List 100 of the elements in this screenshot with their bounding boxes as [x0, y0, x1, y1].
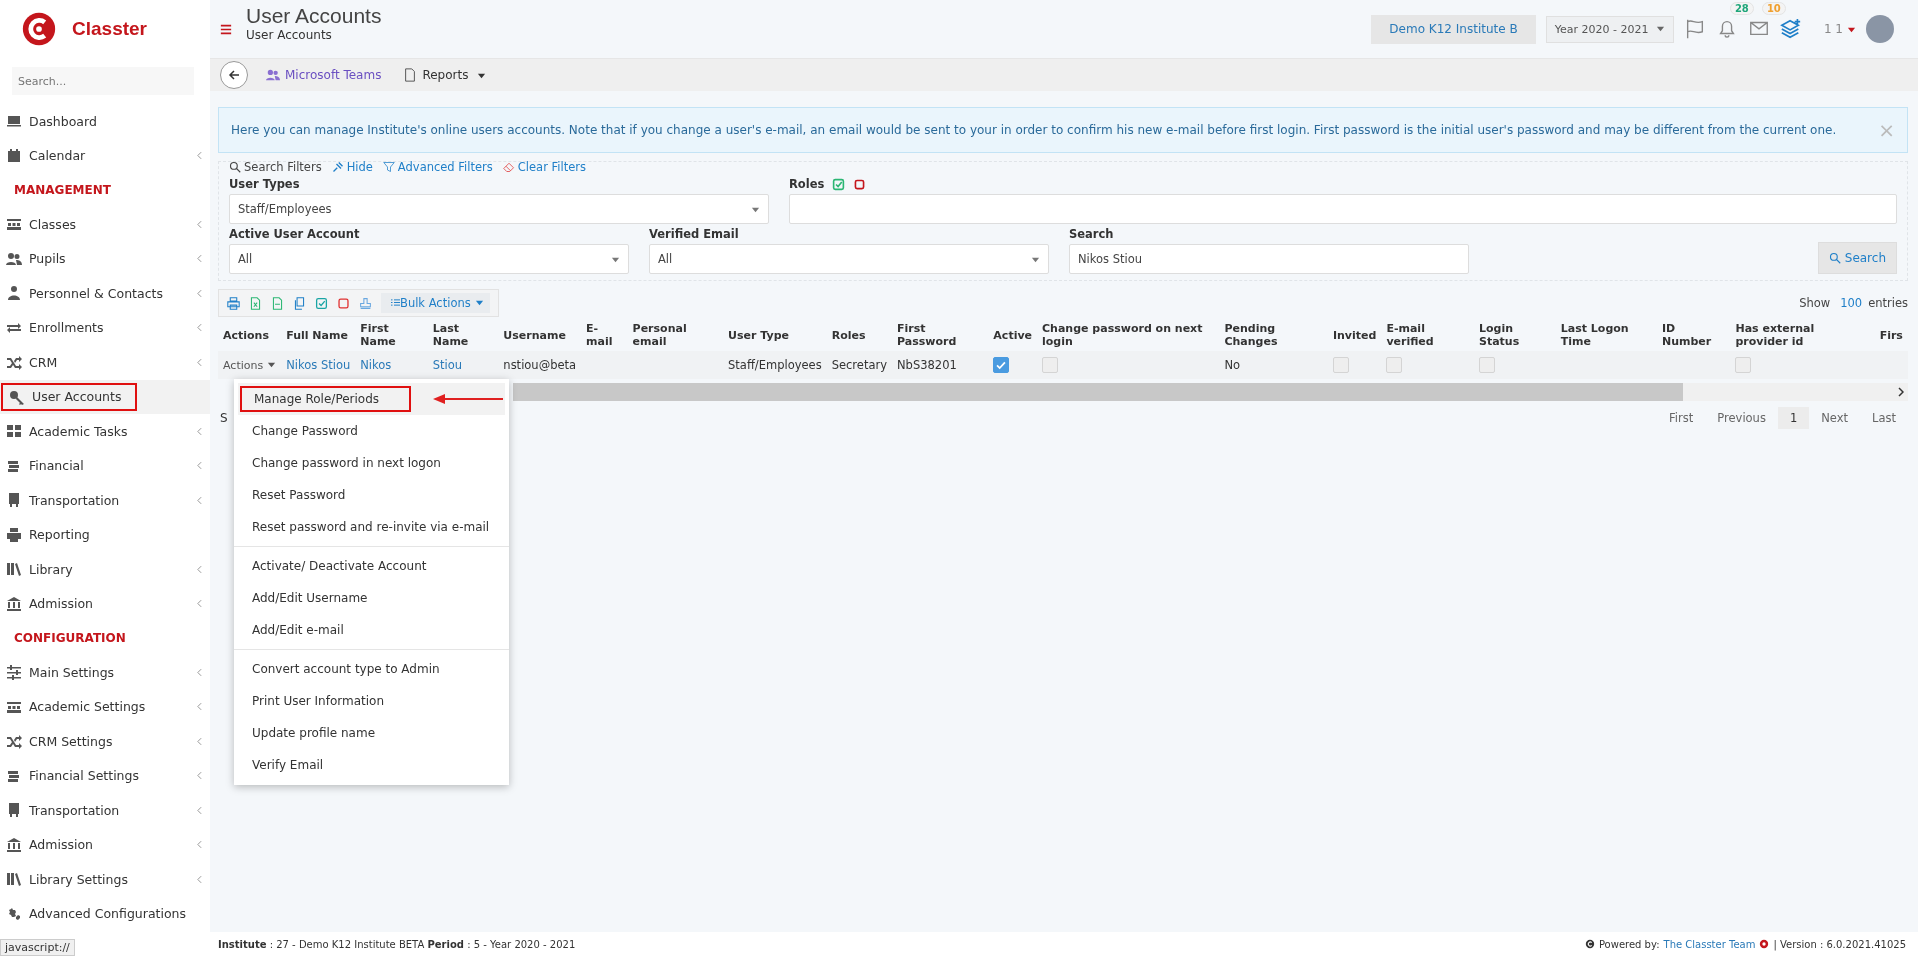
sidebar-item[interactable]: Calendar: [0, 138, 210, 173]
stamp-icon[interactable]: [359, 296, 372, 310]
menu-label: Enrollments: [29, 320, 104, 336]
sidebar-item[interactable]: Library: [0, 552, 210, 587]
square-icon[interactable]: [337, 296, 350, 310]
pagination-button[interactable]: Last: [1860, 407, 1908, 429]
table-info: S: [219, 411, 228, 425]
caret-icon: [267, 360, 277, 369]
name-link[interactable]: Nikos: [360, 358, 392, 372]
checkbox[interactable]: [1386, 357, 1403, 373]
team-link[interactable]: The Classter Team: [1663, 938, 1756, 950]
filter-link[interactable]: Hide: [331, 160, 373, 174]
field-label: Verified Email: [649, 226, 740, 243]
teams-button[interactable]: Microsoft Teams: [262, 68, 386, 82]
page-size-select[interactable]: 100: [1840, 296, 1863, 310]
filter-link[interactable]: Clear Filters: [502, 160, 586, 174]
menu-item[interactable]: Convert account type to Admin: [240, 658, 452, 680]
sidebar-item[interactable]: Academic Settings: [0, 689, 210, 724]
search-field[interactable]: Nikos Stiou: [1069, 244, 1469, 274]
sidebar-item[interactable]: Academic Tasks: [0, 414, 210, 449]
checkbox[interactable]: [993, 357, 1010, 373]
sidebar-item[interactable]: Enrollments: [0, 310, 210, 345]
filter-link[interactable]: Search Filters: [229, 160, 322, 174]
check-square-icon[interactable]: [832, 177, 846, 191]
column-header: Username: [498, 319, 582, 351]
sidebar-item[interactable]: Main Settings: [0, 655, 210, 690]
copy-icon[interactable]: [293, 296, 306, 310]
checkbox[interactable]: [1042, 357, 1059, 373]
table-cell: nstiou@beta: [498, 351, 582, 379]
back-button[interactable]: [220, 61, 248, 89]
sidebar-item[interactable]: Reporting: [0, 517, 210, 552]
menu-item[interactable]: Update profile name: [240, 722, 388, 744]
institute-button[interactable]: Demo K12 Institute B: [1371, 14, 1536, 44]
pagination-button[interactable]: Next: [1809, 407, 1861, 429]
sidebar-item[interactable]: Admission: [0, 586, 210, 621]
menu-item[interactable]: Reset Password: [240, 484, 358, 506]
avatar[interactable]: [1866, 15, 1894, 43]
chevron-icon[interactable]: [1898, 387, 1904, 397]
menu-item[interactable]: Print User Information: [240, 690, 397, 712]
menu-icon[interactable]: [220, 23, 232, 35]
menu-item[interactable]: Add/Edit e-mail: [240, 619, 356, 641]
user-label[interactable]: 1 1: [1823, 22, 1843, 36]
sidebar-item[interactable]: Classes: [0, 207, 210, 242]
sidebar-item[interactable]: Advanced Configurations: [0, 896, 210, 931]
square-icon[interactable]: [853, 177, 867, 191]
sidebar-item[interactable]: Dashboard: [0, 104, 210, 139]
search-button[interactable]: Search: [1817, 242, 1897, 274]
actions-button[interactable]: Actions: [223, 359, 277, 372]
field-label: Active User Account: [229, 226, 361, 243]
name-link[interactable]: Stiou: [432, 358, 463, 372]
menu-label: Transportation: [29, 492, 120, 508]
arrow-left-icon: [228, 69, 240, 81]
sidebar-item[interactable]: CRM Settings: [0, 724, 210, 759]
sidebar-item[interactable]: User Accounts: [0, 379, 210, 414]
section-heading: CONFIGURATION: [13, 630, 127, 647]
user-types-select[interactable]: Staff/Employees: [229, 194, 769, 224]
file-icon[interactable]: [271, 296, 284, 310]
printer-icon[interactable]: [227, 296, 240, 310]
sidebar-item[interactable]: Transportation: [0, 793, 210, 828]
sidebar-item[interactable]: Financial Settings: [0, 758, 210, 793]
pagination-button[interactable]: Previous: [1705, 407, 1778, 429]
sliders-icon: [6, 664, 22, 681]
layers-plus-icon[interactable]: [1779, 18, 1802, 40]
check-square-icon[interactable]: [315, 296, 328, 310]
menu-item[interactable]: Add/Edit Username: [240, 587, 380, 609]
verified-email-select[interactable]: All: [649, 244, 1049, 274]
sidebar-item[interactable]: CRM: [0, 345, 210, 380]
document-icon: [403, 68, 418, 82]
menu-item[interactable]: Change password in next logon: [240, 452, 453, 474]
year-select[interactable]: Year 2020 - 2021: [1545, 15, 1674, 43]
roles-field[interactable]: [789, 194, 1897, 224]
shuffle-icon: [6, 733, 22, 750]
name-link[interactable]: Nikos Stiou: [286, 358, 351, 372]
spreadsheet-icon[interactable]: [249, 296, 262, 310]
menu-item[interactable]: Manage Role/Periods: [240, 386, 412, 412]
sidebar-item[interactable]: Library Settings: [0, 862, 210, 897]
checkbox[interactable]: [1478, 357, 1495, 373]
sidebar-item[interactable]: Transportation: [0, 483, 210, 518]
menu-item[interactable]: Activate/ Deactivate Account: [240, 555, 439, 577]
search-field[interactable]: Search...: [12, 67, 194, 95]
sidebar-item[interactable]: Admission: [0, 827, 210, 862]
checkbox[interactable]: [1735, 357, 1752, 373]
reports-button[interactable]: Reports: [399, 68, 491, 82]
pagination-button[interactable]: 1: [1777, 407, 1810, 429]
active-account-select[interactable]: All: [229, 244, 629, 274]
horizontal-scrollbar[interactable]: [513, 383, 1908, 401]
group-icon: [6, 216, 22, 233]
menu-item[interactable]: Change Password: [240, 420, 370, 442]
logo-text: Classter: [72, 18, 147, 40]
sidebar-item[interactable]: Financial: [0, 448, 210, 483]
menu-item[interactable]: Reset password and re-invite via e-mail: [240, 516, 502, 538]
column-header: Firs: [1874, 319, 1908, 351]
sidebar-item[interactable]: Personnel & Contacts: [0, 276, 210, 311]
pagination-button[interactable]: First: [1657, 407, 1706, 429]
sidebar-item[interactable]: Pupils: [0, 241, 210, 276]
version-label: | Version : 6.0.2021.41025: [1773, 938, 1906, 950]
filter-link[interactable]: Advanced Filters: [382, 160, 493, 174]
menu-item[interactable]: Verify Email: [240, 754, 336, 776]
checkbox[interactable]: [1332, 357, 1349, 373]
bulk-actions-button[interactable]: Bulk Actions: [381, 293, 490, 313]
